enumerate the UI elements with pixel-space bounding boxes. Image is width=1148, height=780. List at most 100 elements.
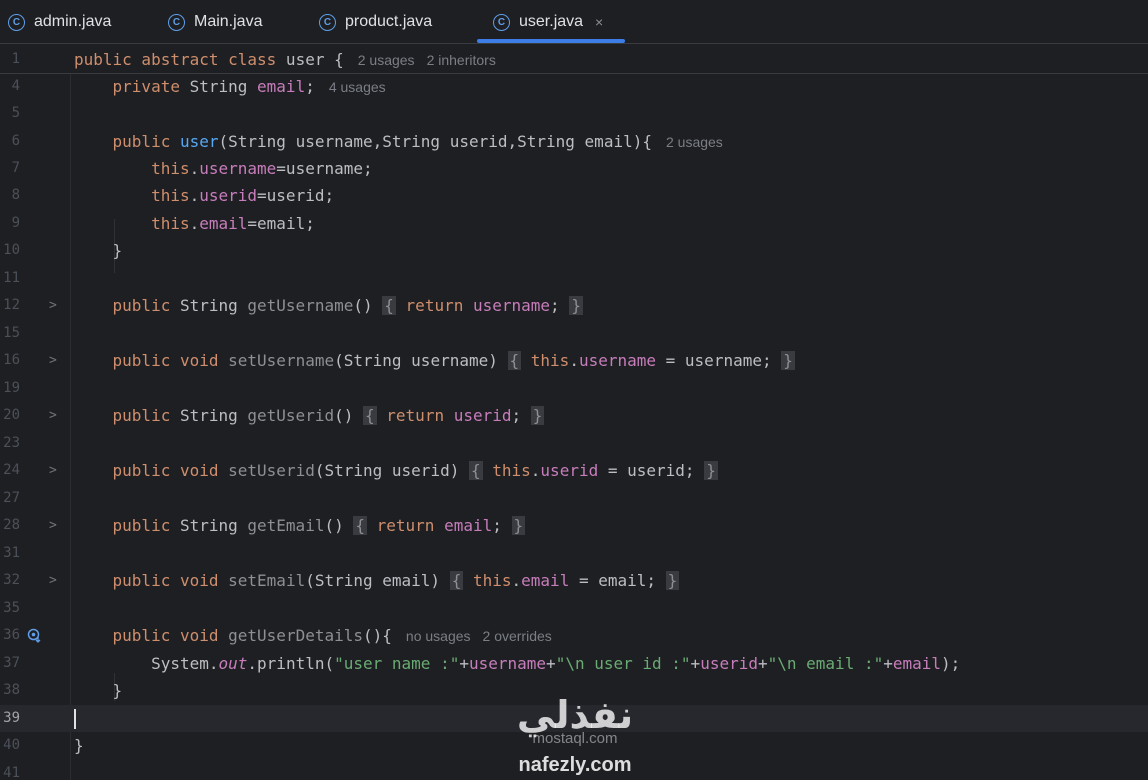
code-line: 7 this.username=username; [0,155,1148,182]
code-line: 16 > public void setUsername(String user… [0,347,1148,374]
code-line: 5 [0,100,1148,127]
java-class-icon: C [168,13,185,31]
code-line: 28 > public String getEmail() { return e… [0,512,1148,539]
text-caret [74,709,76,729]
code-line: 6 public user(String username,String use… [0,128,1148,155]
line-number: 4 [11,78,20,94]
java-class-icon: C [493,13,510,31]
code-text: public user(String username,String useri… [112,132,723,151]
code-line: 11 [0,265,1148,292]
code-text: this.email=email; [151,214,315,233]
line-number: 23 [3,435,20,451]
tab-label: admin.java [34,13,112,30]
code-line: 1 public abstract class user {2 usages 2 … [0,46,1148,73]
code-line: 37 System.out.println("user name :"+user… [0,650,1148,677]
code-text: public String getUsername() { return use… [112,296,583,315]
code-text: public String getUserid() { return useri… [112,406,545,425]
code-line: 4 private String email; 4 usages [0,73,1148,100]
code-text: public abstract class user {2 usages 2 in… [74,50,496,69]
code-line: 19 [0,375,1148,402]
chevron-right-icon[interactable]: > [49,567,57,594]
line-number: 15 [3,325,20,341]
watermark: نفذلي mostaql.com nafezly.com [500,692,650,780]
chevron-right-icon[interactable]: > [49,292,57,319]
code-line: 23 [0,430,1148,457]
close-icon[interactable]: × [595,14,603,30]
line-number: 19 [3,380,20,396]
line-number: 36 [3,627,20,643]
active-tab-indicator [477,39,625,43]
chevron-right-icon[interactable]: > [49,457,57,484]
usages-hint[interactable]: 2 usages [358,52,415,68]
code-line: 24 > public void setUserid(String userid… [0,457,1148,484]
line-number: 5 [11,105,20,121]
usages-hint[interactable]: no usages [406,628,471,644]
line-number: 27 [3,490,20,506]
line-number: 28 [3,517,20,533]
code-text: public void setUsername(String username)… [112,351,795,370]
code-text: public void setEmail(String email) { thi… [112,571,680,590]
tab-product-java[interactable]: C product.java [319,0,432,44]
chevron-right-icon[interactable]: > [49,402,57,429]
watermark-sub: mostaql.com [532,730,618,747]
code-line: 35 [0,595,1148,622]
code-line: 31 [0,540,1148,567]
line-number: 10 [3,242,20,258]
code-text: } [74,736,84,755]
java-class-icon: C [319,13,336,31]
line-number: 38 [3,682,20,698]
code-text: public void getUserDetails(){no usages 2 … [112,626,552,645]
line-number: 9 [11,215,20,231]
code-line: 15 [0,320,1148,347]
code-text: } [74,681,123,700]
tab-label: Main.java [194,13,263,30]
usages-hint[interactable]: 4 usages [329,79,386,95]
line-number: 39 [3,710,20,726]
code-text: public String getEmail() { return email;… [112,516,526,535]
watermark-domain: nafezly.com [518,754,632,776]
code-text: this.userid=userid; [151,186,335,205]
code-line: 10 } [0,237,1148,264]
tab-admin-java[interactable]: C admin.java [8,0,111,44]
line-number: 7 [11,160,20,176]
tab-label: product.java [345,13,433,30]
code-line: 20 > public String getUserid() { return … [0,402,1148,429]
overrides-hint[interactable]: 2 overrides [483,628,552,644]
code-line: 32 > public void setEmail(String email) … [0,567,1148,594]
tab-main-java[interactable]: C Main.java [168,0,262,44]
line-number: 24 [3,462,20,478]
code-editor[interactable]: 1 public abstract class user {2 usages 2 … [0,45,1148,780]
line-number: 1 [11,51,20,67]
line-number: 31 [3,545,20,561]
line-number: 20 [3,407,20,423]
code-line: 9 this.email=email; [0,210,1148,237]
line-number: 41 [3,765,20,780]
line-number: 11 [3,270,20,286]
code-line: 8 this.userid=userid; [0,182,1148,209]
line-number: 12 [3,297,20,313]
code-text: System.out.println("user name :"+usernam… [74,654,961,673]
code-text: this.username=username; [151,159,373,178]
code-line: 27 [0,485,1148,512]
editor-tab-bar: C admin.java C Main.java C product.java … [0,0,1148,44]
inheritors-hint[interactable]: 2 inheritors [427,52,496,68]
chevron-right-icon[interactable]: > [49,347,57,374]
line-number: 35 [3,600,20,616]
tab-label: user.java [519,13,584,30]
line-number: 37 [3,655,20,671]
tab-user-java[interactable]: C user.java × [493,0,603,44]
line-number: 32 [3,572,20,588]
line-number: 6 [11,133,20,149]
line-number: 16 [3,352,20,368]
overridden-method-icon[interactable] [27,628,42,643]
chevron-right-icon[interactable]: > [49,512,57,539]
code-line: 36 public void getUserDetails(){no usage… [0,622,1148,649]
code-line: 12 > public String getUsername() { retur… [0,292,1148,319]
line-number: 40 [3,737,20,753]
code-text: private String email; 4 usages [112,77,386,96]
java-class-icon: C [8,13,25,31]
code-text: } [74,241,123,260]
line-number: 8 [11,187,20,203]
code-text: public void setUserid(String userid) { t… [112,461,718,480]
usages-hint[interactable]: 2 usages [666,134,723,150]
